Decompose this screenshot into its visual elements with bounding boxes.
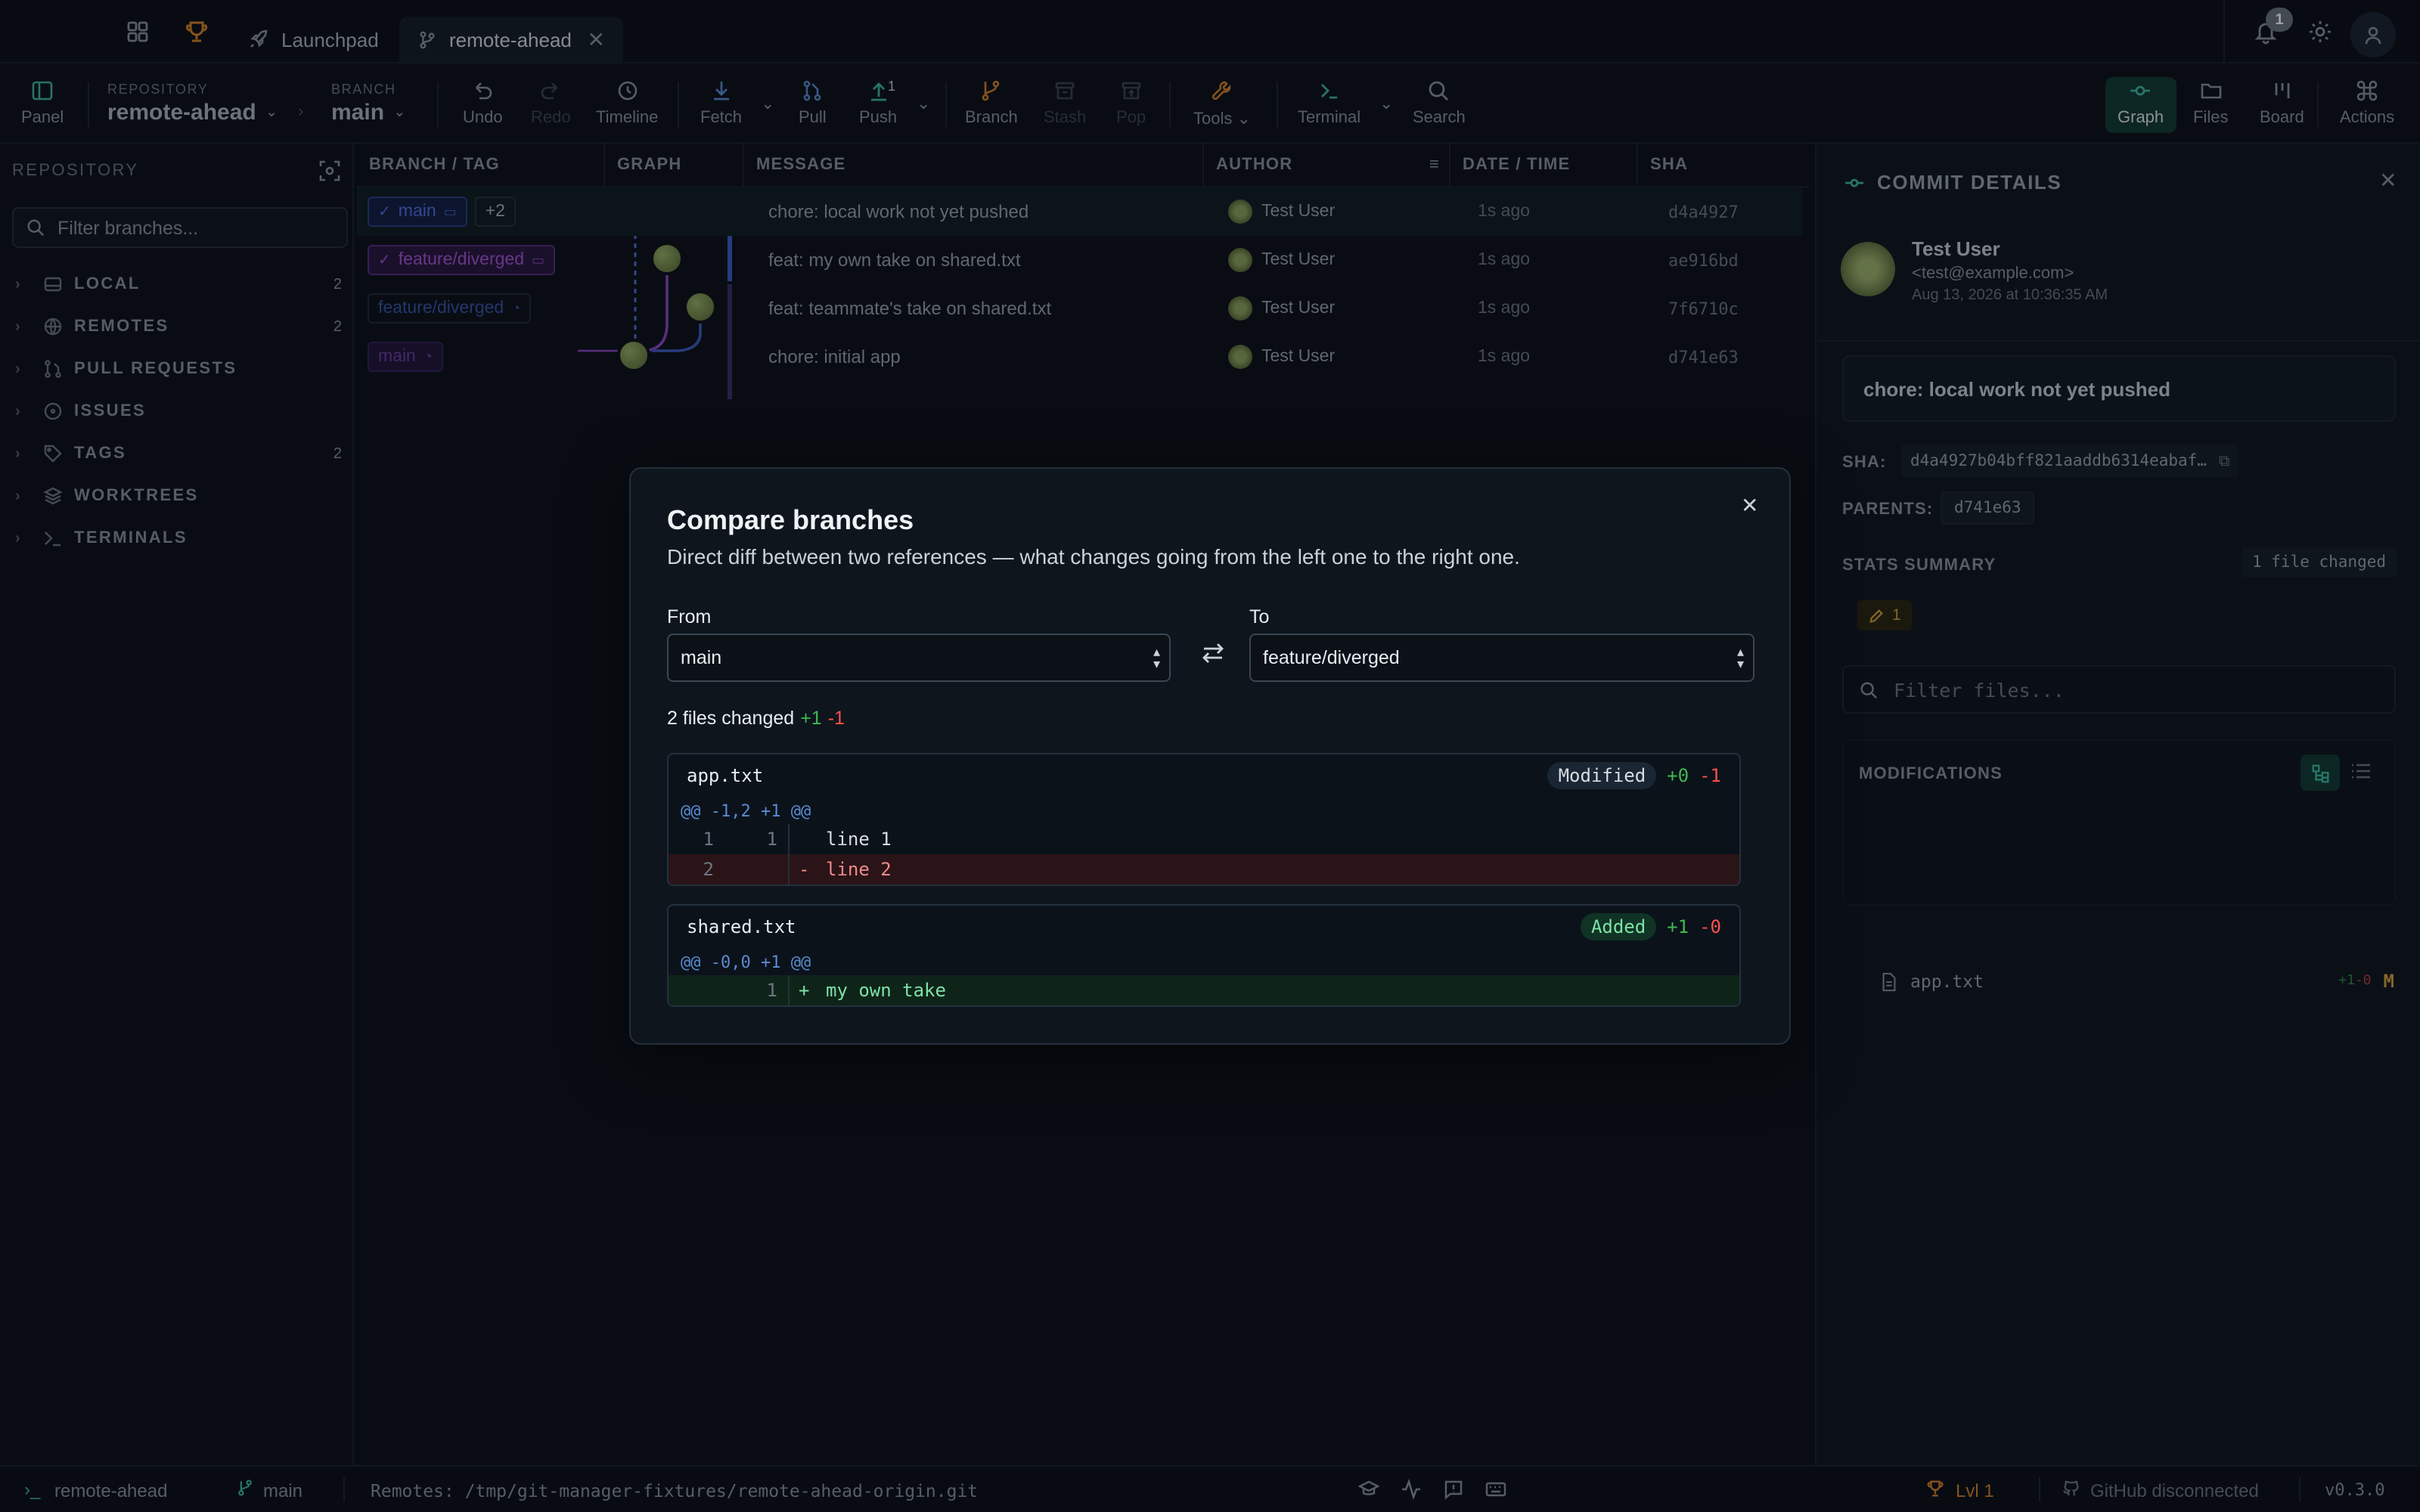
diff-file-name: app.txt (687, 765, 764, 786)
select-arrows-icon: ▴ ▾ (1153, 644, 1160, 671)
diff-line: 1 + my own take (669, 975, 1739, 1005)
new-line-number: 1 (766, 829, 777, 850)
diff-sign: + (799, 980, 810, 1001)
diff-file-header[interactable]: app.txt Modified +0 -1 (669, 754, 1739, 797)
from-value: main (681, 647, 722, 668)
diff-file-header[interactable]: shared.txt Added +1 -0 (669, 906, 1739, 948)
diff-deletions: -0 (1699, 916, 1721, 937)
diff-hunk-header: @@ -1,2 +1 @@ (681, 801, 811, 820)
deletions-count: -1 (827, 708, 845, 729)
diff-status-badge: Modified (1547, 762, 1657, 789)
to-value: feature/diverged (1263, 647, 1400, 668)
diff-line-text: line 1 (826, 829, 892, 850)
dialog-title: Compare branches (667, 505, 914, 535)
new-line-number: 1 (766, 980, 777, 1001)
diff-file-card: app.txt Modified +0 -1 @@ -1,2 +1 @@ 1 1 line 1… (667, 753, 1741, 886)
to-select[interactable]: feature/diverged ▴ ▾ (1249, 634, 1754, 682)
diff-hunk-header: @@ -0,0 +1 @@ (681, 952, 811, 971)
to-label: To (1249, 606, 1270, 627)
additions-count: +1 (800, 708, 822, 729)
dialog-subtitle: Direct diff between two references — wha… (667, 544, 1520, 569)
old-line-number: 2 (703, 859, 714, 880)
from-label: From (667, 606, 712, 627)
diff-line: 2 - line 2 (669, 854, 1739, 885)
old-line-number: 1 (703, 829, 714, 850)
diff-file-card: shared.txt Added +1 -0 @@ -0,0 +1 @@ 1 + my own… (667, 904, 1741, 1007)
diff-line: 1 1 line 1 (669, 824, 1739, 854)
diff-line-text: line 2 (826, 859, 892, 880)
diff-additions: +0 (1667, 765, 1689, 786)
diff-line-text: my own take (826, 980, 946, 1001)
diff-file-name: shared.txt (687, 916, 796, 937)
swap-icon[interactable] (1199, 640, 1227, 667)
diff-additions: +1 (1667, 916, 1689, 937)
diff-sign: - (799, 859, 810, 880)
diff-status-badge: Added (1580, 913, 1657, 940)
from-select[interactable]: main ▴ ▾ (667, 634, 1171, 682)
close-icon[interactable]: ✕ (1741, 493, 1758, 519)
files-changed-text: 2 files changed (667, 708, 795, 729)
select-arrows-icon: ▴ ▾ (1736, 644, 1744, 671)
compare-branches-dialog: Compare branches ✕ Direct diff between t… (629, 467, 1791, 1045)
diff-deletions: -1 (1699, 765, 1721, 786)
diff-summary: 2 files changed +1 -1 (667, 708, 845, 729)
